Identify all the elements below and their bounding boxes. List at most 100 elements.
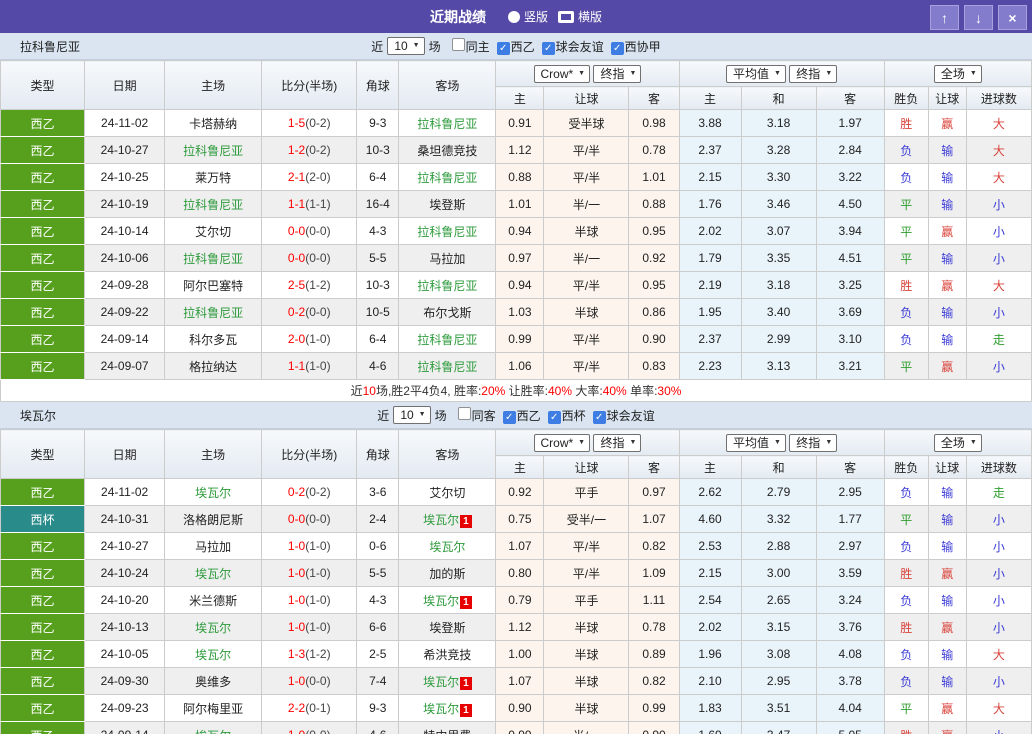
fulltime-select[interactable]: 全场 ▼ (933, 64, 982, 83)
away-team[interactable]: 拉科鲁尼亚 (398, 271, 497, 299)
home-team[interactable]: 埃瓦尔 (164, 721, 263, 734)
layout-radio[interactable] (507, 10, 520, 23)
home-odds: 1.12 (495, 613, 545, 641)
handicap-line: 半球 (543, 694, 630, 722)
score-cell: 1-3(1-2) (261, 640, 358, 668)
away-team[interactable]: 埃瓦尔 (398, 532, 497, 560)
corner-count: 4-3 (356, 586, 400, 614)
away-team[interactable]: 拉科鲁尼亚 (398, 352, 497, 380)
home-team[interactable]: 埃瓦尔 (164, 478, 263, 506)
match-row: 西乙 24-10-06 拉科鲁尼亚 0-0(0-0) 5-5 马拉加 0.97 … (0, 244, 1032, 272)
home-team[interactable]: 拉科鲁尼亚 (164, 190, 263, 218)
competition-badge: 西乙 (0, 163, 86, 191)
match-date: 24-10-05 (84, 640, 166, 668)
results-table: 类型 日期 主场 比分(半场) 角球 客场 Crow* ▼ 终指 ▼ 平均值 ▼ 终指… (0, 60, 1032, 402)
away-team[interactable]: 埃瓦尔 1 (398, 667, 497, 695)
filter-checkbox[interactable] (451, 37, 465, 51)
corner-count: 5-5 (356, 244, 400, 272)
fulltime-select[interactable]: 全场 ▼ (933, 433, 982, 452)
home-team[interactable]: 埃瓦尔 (164, 559, 263, 587)
col-away: 客场 (398, 429, 497, 479)
score-cell: 1-0(0-0) (261, 667, 358, 695)
avg-stage-select[interactable]: 终指 ▼ (789, 433, 838, 452)
match-row: 西乙 24-09-14 科尔多瓦 2-0(1-0) 6-4 拉科鲁尼亚 0.99… (0, 325, 1032, 353)
recent-count-select[interactable]: 10 ▼ (387, 37, 425, 55)
score-cell: 1-0(0-0) (261, 721, 358, 734)
avg-away-odds: 3.21 (815, 352, 885, 380)
col-type: 类型 (0, 429, 86, 479)
chevron-down-icon: ▼ (629, 69, 637, 77)
move-down-button[interactable]: ↓ (964, 5, 993, 30)
filter-checkbox[interactable]: ✓ (610, 41, 624, 55)
handicap-line: 平/半 (543, 271, 630, 299)
filter-checkbox[interactable]: ✓ (541, 41, 555, 55)
away-team[interactable]: 埃瓦尔 1 (398, 586, 497, 614)
filter-checkbox[interactable]: ✓ (502, 410, 516, 424)
home-team[interactable]: 拉科鲁尼亚 (164, 298, 263, 326)
away-team[interactable]: 埃瓦尔 1 (398, 505, 497, 533)
home-team[interactable]: 埃瓦尔 (164, 613, 263, 641)
competition-badge: 西乙 (0, 721, 86, 734)
away-team[interactable]: 拉科鲁尼亚 (398, 217, 497, 245)
avg-draw-odds: 2.65 (740, 586, 817, 614)
home-odds: 0.91 (495, 109, 545, 137)
handicap-line: 平/半 (543, 559, 630, 587)
match-date: 24-11-02 (84, 109, 166, 137)
away-odds: 0.78 (628, 613, 680, 641)
result-goals: 小 (965, 217, 1032, 245)
filter-checkbox[interactable]: ✓ (496, 41, 510, 55)
odds-provider-select[interactable]: Crow* ▼ (533, 64, 591, 83)
result-handicap: 赢 (927, 109, 967, 137)
away-team[interactable]: 拉科鲁尼亚 (398, 163, 497, 191)
col-away: 客场 (398, 60, 497, 110)
result-goals: 大 (965, 109, 1032, 137)
match-row: 西乙 24-09-30 奥维多 1-0(0-0) 7-4 埃瓦尔 1 1.07 半… (0, 667, 1032, 695)
corner-count: 7-4 (356, 667, 400, 695)
handicap-line: 半/一 (543, 244, 630, 272)
filter-checkbox-label: 西乙 (516, 408, 541, 423)
result-outcome: 负 (883, 163, 929, 191)
home-team[interactable]: 拉科鲁尼亚 (164, 244, 263, 272)
team-name: 埃瓦尔 (20, 408, 57, 423)
match-date: 24-09-30 (84, 667, 166, 695)
result-handicap: 赢 (927, 271, 967, 299)
avg-draw-odds: 3.13 (740, 352, 817, 380)
match-date: 24-09-07 (84, 352, 166, 380)
away-odds: 0.83 (628, 352, 680, 380)
home-team[interactable]: 埃瓦尔 (164, 640, 263, 668)
avg-source-select[interactable]: 平均值 ▼ (726, 433, 786, 452)
avg-stage-select[interactable]: 终指 ▼ (789, 64, 838, 83)
match-date: 24-10-27 (84, 136, 166, 164)
away-team[interactable]: 拉科鲁尼亚 (398, 109, 497, 137)
match-date: 24-09-23 (84, 694, 166, 722)
away-odds: 0.92 (628, 244, 680, 272)
layout-radio[interactable] (558, 10, 574, 23)
odds-stage-select[interactable]: 终指 ▼ (593, 433, 642, 452)
avg-source-select[interactable]: 平均值 ▼ (726, 64, 786, 83)
result-outcome: 平 (883, 505, 929, 533)
move-up-button[interactable]: ↑ (930, 5, 959, 30)
filter-checkbox[interactable] (457, 406, 471, 420)
filter-checkbox[interactable]: ✓ (547, 410, 561, 424)
away-odds: 0.95 (628, 271, 680, 299)
result-goals: 小 (965, 244, 1032, 272)
avg-away-odds: 3.25 (815, 271, 885, 299)
avg-home-odds: 2.02 (678, 217, 742, 245)
sub-avg-away: 客 (815, 455, 885, 479)
score-cell: 0-2(0-0) (261, 298, 358, 326)
close-button[interactable]: × (998, 5, 1027, 30)
away-team[interactable]: 拉科鲁尼亚 (398, 325, 497, 353)
result-goals: 小 (965, 352, 1032, 380)
avg-away-odds: 4.51 (815, 244, 885, 272)
competition-badge: 西乙 (0, 532, 86, 560)
odds-provider-select[interactable]: Crow* ▼ (533, 433, 591, 452)
recent-count-select[interactable]: 10 ▼ (393, 406, 431, 424)
score-cell: 1-1(1-1) (261, 190, 358, 218)
odds-stage-select[interactable]: 终指 ▼ (593, 64, 642, 83)
avg-away-odds: 4.50 (815, 190, 885, 218)
home-team[interactable]: 拉科鲁尼亚 (164, 136, 263, 164)
filter-checkbox[interactable]: ✓ (592, 410, 606, 424)
match-date: 24-10-20 (84, 586, 166, 614)
away-team[interactable]: 埃瓦尔 1 (398, 694, 497, 722)
result-outcome: 胜 (883, 559, 929, 587)
